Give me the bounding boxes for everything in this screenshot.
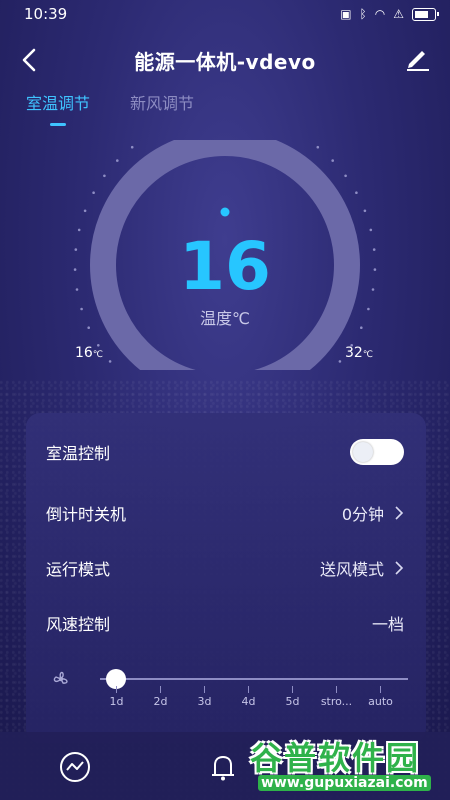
row-fan-speed: 风速控制 一档 [46, 611, 404, 635]
chevron-right-icon [395, 506, 404, 520]
room-temp-toggle[interactable] [350, 439, 404, 465]
row-label: 运行模式 [46, 560, 111, 579]
slider-tick [160, 686, 161, 693]
run-mode-value: 送风模式 [319, 560, 384, 579]
status-icons: ▣ ᛒ ◠ ⚠ [340, 7, 439, 21]
dial-dot [103, 174, 106, 178]
slider-tick [248, 686, 249, 693]
row-countdown-shutdown[interactable]: 倒计时关机 0分钟 [46, 501, 404, 525]
tab-room-temperature[interactable]: 室温调节 [26, 90, 90, 124]
slider-tick [204, 686, 205, 693]
watermark-logo: 谷普软件园 www.gupuxiazai.com [250, 733, 448, 799]
wifi-icon: ◠ [374, 7, 386, 21]
slider-tick [380, 686, 381, 693]
row-run-mode[interactable]: 运行模式 送风模式 [46, 556, 404, 580]
slider-tick-label[interactable]: 5d [286, 695, 300, 708]
dial-indicator-dot [220, 207, 230, 217]
row-label: 风速控制 [46, 615, 111, 634]
slider-ticks: 1d 2d 3d 4d 5d stro... auto [100, 686, 408, 708]
slider-tick-label[interactable]: auto [368, 695, 393, 708]
slider-tick [292, 686, 293, 693]
slider-tick-label[interactable]: 2d [154, 695, 168, 708]
watermark-url: www.gupuxiazai.com [258, 775, 431, 791]
nfc-icon: ▣ [340, 7, 352, 21]
settings-card: 室温控制 倒计时关机 0分钟 运行模式 送风模式 风速控制 一档 1d 2d 3… [26, 413, 426, 743]
range-max-unit: ℃ [362, 350, 373, 360]
status-time: 10:39 [24, 5, 68, 23]
dial-dot [355, 191, 358, 194]
slider-tick-label[interactable]: 1d [110, 695, 124, 708]
trend-chart-icon[interactable] [58, 750, 92, 784]
dial-dot [83, 209, 87, 213]
countdown-value: 0分钟 [341, 505, 384, 524]
bell-icon[interactable] [206, 750, 240, 784]
tab-fresh-air[interactable]: 新风调节 [130, 90, 194, 124]
bluetooth-icon: ᛒ [359, 7, 367, 21]
battery-icon [412, 7, 439, 21]
dial-dot [116, 159, 119, 162]
temperature-value: 16 [179, 228, 271, 305]
row-room-temp-control: 室温控制 [46, 439, 404, 465]
range-min-label: 16℃ [75, 345, 103, 361]
dial-dot [344, 174, 347, 178]
dial-dot [316, 145, 320, 149]
tab-bar: 室温调节 新风调节 [26, 90, 194, 124]
row-label: 室温控制 [46, 444, 111, 463]
temperature-unit-label: 温度℃ [200, 309, 250, 328]
chevron-right-icon [395, 561, 404, 575]
status-bar: 10:39 ▣ ᛒ ◠ ⚠ [0, 0, 450, 28]
alert-icon: ⚠ [393, 7, 404, 21]
slider-track[interactable] [100, 678, 408, 680]
dial-dot [92, 191, 95, 194]
watermark-text: 谷普软件园 [250, 739, 421, 777]
row-label: 倒计时关机 [46, 505, 127, 524]
slider-tick [116, 686, 117, 693]
dial-dot [108, 360, 112, 363]
fan-speed-value: 一档 [371, 615, 404, 634]
slider-tick-label[interactable]: stro... [321, 695, 352, 708]
slider-tick-label[interactable]: 4d [242, 695, 256, 708]
page-title: 能源一体机-vdevo [134, 50, 316, 74]
dial-dot [363, 209, 367, 213]
header: 能源一体机-vdevo [0, 38, 450, 82]
fan-speed-slider[interactable]: 1d 2d 3d 4d 5d stro... auto [44, 668, 408, 728]
fan-icon [53, 671, 68, 684]
dial-dot [331, 159, 335, 162]
dial-dot [130, 145, 134, 149]
slider-tick-label[interactable]: 3d [198, 695, 212, 708]
range-max-label: 32℃ [345, 345, 373, 361]
edit-icon[interactable] [404, 44, 432, 72]
slider-tick [336, 686, 337, 693]
dial-dot [338, 360, 342, 363]
